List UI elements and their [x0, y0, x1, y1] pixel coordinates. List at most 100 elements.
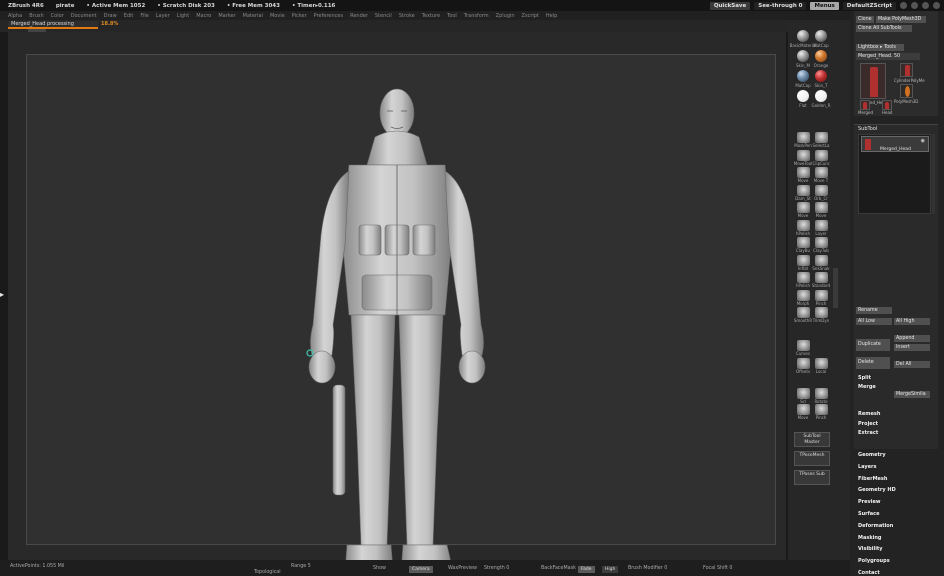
high-button[interactable]: High [602, 566, 619, 573]
menu-picker[interactable]: Picker [292, 13, 307, 19]
brush-move-icon[interactable] [815, 202, 828, 213]
move-icon[interactable] [797, 404, 810, 415]
material-flat-icon[interactable] [797, 90, 809, 102]
brush-movetool-icon[interactable] [797, 149, 810, 161]
menu-texture[interactable]: Texture [422, 13, 440, 19]
split-section[interactable]: Split [858, 375, 871, 381]
camera-button[interactable]: Camera [409, 566, 433, 573]
brush-inflat-icon[interactable] [797, 254, 810, 266]
subtool-master-button[interactable]: SubTool Master [794, 432, 830, 447]
submenu-polygroups[interactable]: Polygroups [858, 558, 890, 564]
material-skin-t-icon[interactable] [815, 70, 827, 82]
brush-smoothr-icon[interactable] [797, 307, 810, 318]
focal-shift-slider[interactable]: Focal Shift 0 [703, 566, 732, 571]
material-matcap-icon[interactable] [815, 30, 827, 42]
submenu-visibility[interactable]: Visibility [858, 546, 883, 552]
shelf-divider[interactable] [833, 268, 838, 308]
menu-marker[interactable]: Marker [218, 13, 235, 19]
brush-move-icon[interactable] [797, 202, 810, 213]
tposes-sub-button[interactable]: TPoses Sub [794, 470, 830, 485]
subtool-item[interactable]: Merged_Head ◉ [861, 136, 929, 152]
menu-movie[interactable]: Movie [270, 13, 285, 19]
maximize-icon[interactable] [922, 2, 929, 9]
menu-macro[interactable]: Macro [196, 13, 211, 19]
brush-selectla-icon[interactable] [815, 132, 828, 143]
clone-button[interactable]: Clone [856, 16, 874, 23]
strength-slider[interactable]: Strength 0 [484, 566, 509, 571]
menu-brush[interactable]: Brush [29, 13, 43, 19]
submenu-preview[interactable]: Preview [858, 499, 881, 505]
brush-standard-icon[interactable] [815, 272, 828, 283]
pinch-icon[interactable] [815, 404, 828, 415]
merge-similar-button[interactable]: MergeSimila [894, 391, 930, 398]
brush-snksnak-icon[interactable] [815, 254, 828, 266]
submenu-geometry-hd[interactable]: Geometry HD [858, 487, 896, 493]
menu-light[interactable]: Light [177, 13, 189, 19]
menu-transform[interactable]: Transform [464, 13, 489, 19]
quicksave-button[interactable]: QuickSave [709, 1, 751, 10]
clone-all-subtools-button[interactable]: Clone All SubTools [856, 25, 912, 32]
brush-move-icon[interactable] [797, 167, 810, 178]
material-matcap-icon[interactable] [797, 70, 809, 82]
insert-button[interactable]: Insert [894, 344, 930, 351]
default-zscript-button[interactable]: DefaultZScript [842, 1, 896, 10]
offsets-icon[interactable] [797, 358, 810, 369]
backface-mask-toggle[interactable]: BackFaceMask [541, 566, 576, 571]
document-tab[interactable]: Merged_Head processing 18.8% [8, 21, 118, 29]
material-skin-m-icon[interactable] [797, 50, 809, 62]
submenu-masking[interactable]: Masking [858, 535, 882, 541]
brush-maskpen-icon[interactable] [797, 132, 810, 143]
menu-help[interactable]: Help [546, 13, 557, 19]
brush-morph-icon[interactable] [797, 289, 810, 301]
help-icon[interactable] [900, 2, 907, 9]
merge-section[interactable]: Merge [858, 384, 876, 390]
brush-orb-cr-icon[interactable] [815, 184, 828, 196]
all-high-button[interactable]: All High [894, 318, 930, 325]
brush-claytub-icon[interactable] [815, 237, 828, 248]
menu-stencil[interactable]: Stencil [375, 13, 392, 19]
menu-document[interactable]: Document [71, 13, 97, 19]
submenu-fibermesh[interactable]: FiberMesh [858, 476, 887, 482]
lightbox-tools-button[interactable]: Lightbox ▸ Tools [856, 44, 904, 51]
3d-viewport[interactable] [26, 54, 776, 576]
menus-button[interactable]: Menus [810, 1, 839, 10]
delete-button[interactable]: Delete [856, 357, 890, 369]
sculpt-figure[interactable] [287, 75, 507, 576]
menu-preferences[interactable]: Preferences [314, 13, 343, 19]
duplicate-button[interactable]: Duplicate [856, 339, 890, 351]
make-polymesh-button[interactable]: Make PolyMesh3D [876, 16, 926, 23]
menu-tool[interactable]: Tool [447, 13, 457, 19]
tposemesh-button[interactable]: TPoseMesh [794, 451, 830, 466]
left-tray-toggle-icon[interactable]: ▸ [0, 290, 6, 300]
tool-thumb-head[interactable] [882, 100, 892, 110]
menu-color[interactable]: Color [51, 13, 64, 19]
extract-section[interactable]: Extract [858, 430, 878, 436]
brush-hpolish-icon[interactable] [797, 272, 810, 283]
close-icon[interactable] [933, 2, 940, 9]
submenu-deformation[interactable]: Deformation [858, 523, 893, 529]
see-through-slider[interactable]: See-through 0 [754, 1, 807, 10]
fade-button[interactable]: Fade [578, 566, 595, 573]
all-low-button[interactable]: All Low [856, 318, 892, 325]
minimize-icon[interactable] [911, 2, 918, 9]
material-basicmaterial-icon[interactable] [797, 30, 809, 42]
range-slider[interactable]: Range 5 [291, 564, 311, 569]
menu-draw[interactable]: Draw [104, 13, 117, 19]
tool-thumb-polymesh[interactable] [900, 84, 913, 98]
rename-button[interactable]: Rename [856, 307, 892, 314]
brush-hpolish-icon[interactable] [797, 219, 810, 231]
tool-thumb-merged-head[interactable] [860, 63, 886, 99]
menu-zscript[interactable]: Zscript [522, 13, 539, 19]
menu-zplugin[interactable]: Zplugin [496, 13, 515, 19]
brush-move-t-icon[interactable] [815, 167, 828, 178]
material-orange-icon[interactable] [815, 50, 827, 62]
brush-pinch-icon[interactable] [815, 289, 828, 301]
submenu-geometry[interactable]: Geometry [858, 452, 886, 458]
local-icon[interactable] [815, 358, 828, 369]
brush-trimdyn-icon[interactable] [815, 307, 828, 318]
submenu-surface[interactable]: Surface [858, 511, 880, 517]
submenu-contact[interactable]: Contact [858, 570, 880, 576]
append-button[interactable]: Append [894, 335, 930, 342]
remesh-section[interactable]: Remesh [858, 411, 880, 417]
menu-file[interactable]: File [140, 13, 148, 19]
